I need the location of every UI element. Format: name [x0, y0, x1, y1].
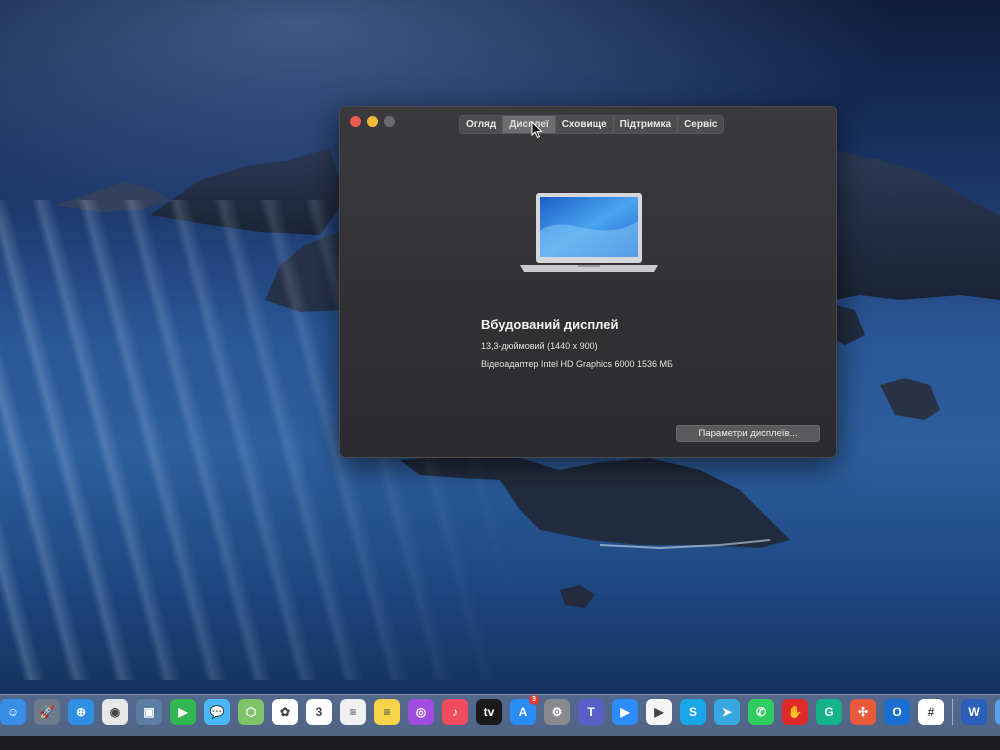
finder-icon[interactable]: ☺ — [0, 699, 26, 725]
display-preferences-button[interactable]: Параметри дисплеїв... — [676, 425, 820, 442]
display-name: Вбудований дисплей — [481, 317, 619, 332]
telegram-icon[interactable]: ➤ — [714, 699, 740, 725]
notes-icon[interactable]: ≡ — [374, 699, 400, 725]
safari-icon[interactable]: ⊕ — [68, 699, 94, 725]
launchpad-icon[interactable]: 🚀 — [34, 699, 60, 725]
reminders-icon[interactable]: ≡ — [340, 699, 366, 725]
photos-icon[interactable]: ✿ — [272, 699, 298, 725]
display-size: 13,3-дюймовий (1440 x 900) — [481, 341, 598, 351]
preview-icon[interactable]: ▣ — [136, 699, 162, 725]
facetime-icon[interactable]: ▶ — [170, 699, 196, 725]
notification-badge: 3 — [529, 695, 539, 705]
folder-icon[interactable]: ▭ — [995, 699, 1000, 725]
outlook-icon[interactable]: O — [884, 699, 910, 725]
messages-icon[interactable]: 💬 — [204, 699, 230, 725]
quilt-icon[interactable]: ✣ — [850, 699, 876, 725]
about-this-mac-window: Огляд Дисплеї Сховище Підтримка Сервіс В… — [339, 106, 837, 458]
screen-bezel — [0, 736, 1000, 750]
dock: ☺ 🚀 ⊕ ◉ ▣ ▶ 💬 ⬡ ✿ 3 ≡ ≡ ◎ ♪ tv A3⚙ T ▶ ▶ S ➤ ✆ ✋ G ✣ O # W ▭ — [0, 694, 1000, 737]
dock-icon-row: ☺ 🚀 ⊕ ◉ ▣ ▶ 💬 ⬡ ✿ 3 ≡ ≡ ◎ ♪ tv A3⚙ T ▶ ▶ S ➤ ✆ ✋ G ✣ O # W ▭ — [0, 695, 1000, 725]
skype-icon[interactable]: S — [680, 699, 706, 725]
tab-support[interactable]: Підтримка — [613, 116, 679, 133]
system-preferences-icon[interactable]: ⚙ — [544, 699, 570, 725]
adblock-icon[interactable]: ✋ — [782, 699, 808, 725]
zoom-icon[interactable]: ▶ — [612, 699, 638, 725]
dock-separator — [952, 699, 953, 725]
word-icon[interactable]: W — [961, 699, 987, 725]
podcasts-icon[interactable]: ◎ — [408, 699, 434, 725]
app-store-icon[interactable]: A3 — [510, 695, 539, 725]
tab-storage[interactable]: Сховище — [555, 116, 614, 133]
meet-icon[interactable]: ▶ — [646, 699, 672, 725]
chrome-icon[interactable]: ◉ — [102, 699, 128, 725]
tv-icon[interactable]: tv — [476, 699, 502, 725]
mouse-cursor-icon — [531, 121, 543, 139]
teams-icon[interactable]: T — [578, 699, 604, 725]
tab-displays[interactable]: Дисплеї — [503, 116, 556, 133]
window-titlebar[interactable]: Огляд Дисплеї Сховище Підтримка Сервіс — [340, 107, 836, 139]
maps-icon[interactable]: ⬡ — [238, 699, 264, 725]
whatsapp-icon[interactable]: ✆ — [748, 699, 774, 725]
slack-icon[interactable]: # — [918, 699, 944, 725]
laptop-display-icon — [520, 193, 658, 272]
minimize-window-button[interactable] — [367, 116, 378, 127]
close-window-button[interactable] — [350, 116, 361, 127]
tab-service[interactable]: Сервіс — [678, 116, 724, 133]
tab-overview[interactable]: Огляд — [460, 116, 504, 133]
grammarly-icon[interactable]: G — [816, 699, 842, 725]
music-icon[interactable]: ♪ — [442, 699, 468, 725]
tab-bar: Огляд Дисплеї Сховище Підтримка Сервіс — [459, 115, 725, 134]
graphics-adapter: Відеоадаптер Intel HD Graphics 6000 1536… — [481, 359, 673, 369]
calendar-icon[interactable]: 3 — [306, 699, 332, 725]
zoom-window-button[interactable] — [384, 116, 395, 127]
